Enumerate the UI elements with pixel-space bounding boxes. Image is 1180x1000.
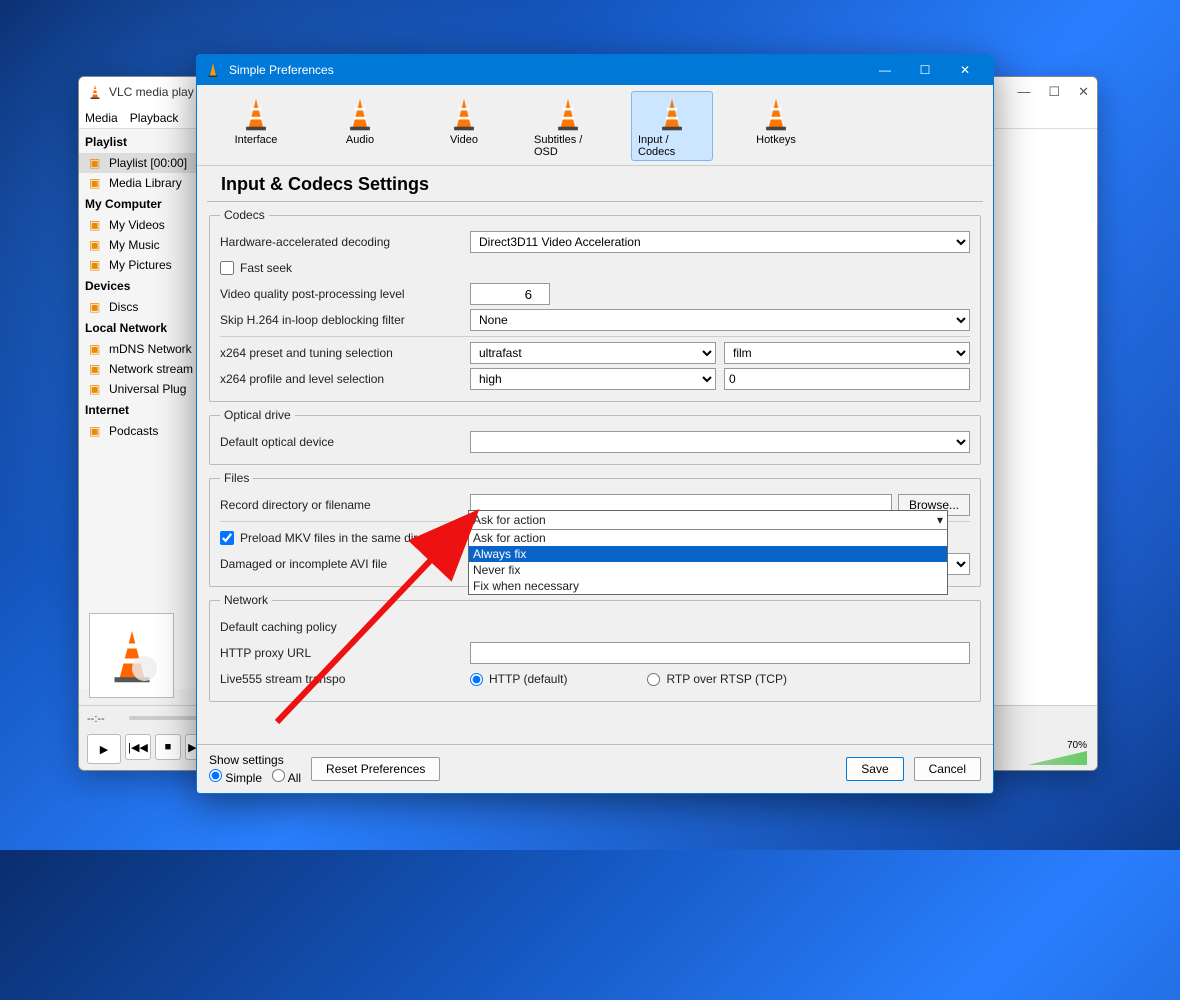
radio-rtp[interactable]: RTP over RTSP (TCP) bbox=[647, 672, 786, 686]
prefs-tabs: Interface Audio Video Subtitles / OSD Input … bbox=[197, 85, 993, 166]
chevron-down-icon: ▾ bbox=[937, 513, 943, 527]
menu-media[interactable]: Media bbox=[85, 111, 118, 125]
codecs-legend: Codecs bbox=[220, 208, 269, 222]
record-dir-label: Record directory or filename bbox=[220, 498, 470, 512]
prefs-footer: Show settings Simple All Reset Preferenc… bbox=[197, 744, 993, 793]
album-art bbox=[89, 613, 174, 698]
avi-dropdown-open[interactable]: Ask for action▾ Ask for actionAlways fix… bbox=[468, 510, 948, 595]
x264-preset-select[interactable]: ultrafast bbox=[470, 342, 716, 364]
dropdown-option[interactable]: Never fix bbox=[469, 562, 947, 578]
tab-hotkeys[interactable]: Hotkeys bbox=[735, 91, 817, 161]
network-group: Network Default caching policy HTTP prox… bbox=[209, 593, 981, 702]
sidebar-header: My Computer bbox=[79, 193, 199, 215]
x264-level-input[interactable] bbox=[724, 368, 970, 390]
dropdown-option[interactable]: Fix when necessary bbox=[469, 578, 947, 594]
prefs-heading: Input & Codecs Settings bbox=[207, 166, 983, 202]
stop-button[interactable]: ■ bbox=[155, 734, 181, 760]
sidebar-item[interactable]: ▣Media Library bbox=[79, 173, 199, 193]
sidebar-item[interactable]: ▣Network stream bbox=[79, 359, 199, 379]
pp-level-label: Video quality post-processing level bbox=[220, 287, 470, 301]
maximize-icon[interactable]: ☐ bbox=[905, 55, 945, 85]
live555-label: Live555 stream transpo bbox=[220, 672, 470, 686]
maximize-icon[interactable]: ☐ bbox=[1048, 84, 1060, 100]
optical-device-label: Default optical device bbox=[220, 435, 470, 449]
close-icon[interactable]: ✕ bbox=[1078, 84, 1089, 100]
volume-percent: 70% bbox=[1067, 740, 1087, 751]
optical-group: Optical drive Default optical device bbox=[209, 408, 981, 465]
radio-http[interactable]: HTTP (default) bbox=[470, 672, 567, 686]
hw-decode-label: Hardware-accelerated decoding bbox=[220, 235, 470, 249]
show-settings-label: Show settings bbox=[209, 753, 301, 767]
save-button[interactable]: Save bbox=[846, 757, 903, 781]
sidebar-header: Internet bbox=[79, 399, 199, 421]
sidebar-item[interactable]: ▣Universal Plug bbox=[79, 379, 199, 399]
minimize-icon[interactable]: — bbox=[1017, 84, 1030, 100]
http-proxy-input[interactable] bbox=[470, 642, 970, 664]
menu-playback[interactable]: Playback bbox=[130, 111, 179, 125]
preferences-dialog: Simple Preferences — ☐ ✕ Interface Audio V… bbox=[196, 54, 994, 794]
sidebar-item[interactable]: ▣Discs bbox=[79, 297, 199, 317]
tab-video[interactable]: Video bbox=[423, 91, 505, 161]
x264-profile-select[interactable]: high bbox=[470, 368, 716, 390]
prefs-titlebar[interactable]: Simple Preferences — ☐ ✕ bbox=[197, 55, 993, 85]
network-legend: Network bbox=[220, 593, 272, 607]
optical-device-select[interactable] bbox=[470, 431, 970, 453]
sidebar-item[interactable]: ▣Podcasts bbox=[79, 421, 199, 441]
pp-level-spinner[interactable] bbox=[470, 283, 550, 305]
http-proxy-label: HTTP proxy URL bbox=[220, 646, 470, 660]
sidebar-item[interactable]: ▣Playlist [00:00] bbox=[79, 153, 199, 173]
sidebar-header: Local Network bbox=[79, 317, 199, 339]
tab-input-codecs[interactable]: Input / Codecs bbox=[631, 91, 713, 161]
codecs-group: Codecs Hardware-accelerated decoding Dir… bbox=[209, 208, 981, 402]
skip-deblock-label: Skip H.264 in-loop deblocking filter bbox=[220, 313, 470, 327]
radio-simple[interactable]: Simple bbox=[209, 769, 262, 785]
dropdown-option[interactable]: Always fix bbox=[469, 546, 947, 562]
prev-button[interactable]: |◀◀ bbox=[125, 734, 151, 760]
x264-preset-label: x264 preset and tuning selection bbox=[220, 346, 470, 360]
skip-deblock-select[interactable]: None bbox=[470, 309, 970, 331]
preload-mkv-checkbox[interactable]: Preload MKV files in the same directory bbox=[220, 531, 450, 545]
vlc-title: VLC media play bbox=[109, 85, 194, 99]
time-display: --:-- bbox=[87, 713, 105, 725]
vlc-sidebar: Playlist▣Playlist [00:00]▣Media LibraryM… bbox=[79, 129, 199, 689]
minimize-icon[interactable]: — bbox=[865, 55, 905, 85]
sidebar-item[interactable]: ▣My Videos bbox=[79, 215, 199, 235]
radio-all[interactable]: All bbox=[272, 769, 301, 785]
avi-damaged-label: Damaged or incomplete AVI file bbox=[220, 557, 470, 571]
x264-profile-label: x264 profile and level selection bbox=[220, 372, 470, 386]
sidebar-item[interactable]: ▣mDNS Network bbox=[79, 339, 199, 359]
files-legend: Files bbox=[220, 471, 253, 485]
cache-policy-label: Default caching policy bbox=[220, 620, 470, 634]
reset-preferences-button[interactable]: Reset Preferences bbox=[311, 757, 440, 781]
tab-interface[interactable]: Interface bbox=[215, 91, 297, 161]
dropdown-option[interactable]: Ask for action bbox=[469, 530, 947, 546]
fast-seek-checkbox[interactable]: Fast seek bbox=[220, 261, 292, 275]
close-icon[interactable]: ✕ bbox=[945, 55, 985, 85]
hw-decode-select[interactable]: Direct3D11 Video Acceleration bbox=[470, 231, 970, 253]
cancel-button[interactable]: Cancel bbox=[914, 757, 981, 781]
sidebar-header: Playlist bbox=[79, 131, 199, 153]
volume-widget[interactable]: 70% bbox=[1007, 740, 1087, 762]
tab-subtitles-osd[interactable]: Subtitles / OSD bbox=[527, 91, 609, 161]
sidebar-item[interactable]: ▣My Music bbox=[79, 235, 199, 255]
vlc-playlist-pane bbox=[977, 129, 1097, 705]
tab-audio[interactable]: Audio bbox=[319, 91, 401, 161]
play-button[interactable]: ▶ bbox=[87, 734, 121, 764]
optical-legend: Optical drive bbox=[220, 408, 295, 422]
x264-tune-select[interactable]: film bbox=[724, 342, 970, 364]
prefs-title: Simple Preferences bbox=[229, 63, 334, 77]
sidebar-item[interactable]: ▣My Pictures bbox=[79, 255, 199, 275]
sidebar-header: Devices bbox=[79, 275, 199, 297]
